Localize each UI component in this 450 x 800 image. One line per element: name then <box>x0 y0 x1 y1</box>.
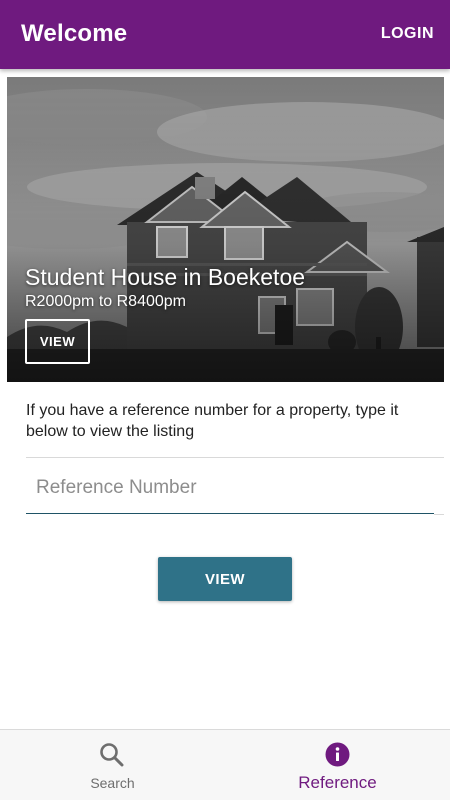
nav-item-reference[interactable]: Reference <box>225 730 450 800</box>
reference-instructions: If you have a reference number for a pro… <box>26 402 399 440</box>
view-reference-button[interactable]: VIEW <box>158 557 292 601</box>
featured-title: Student House in Boeketoe <box>25 264 306 290</box>
search-icon <box>100 743 124 767</box>
page-title: Welcome <box>21 20 128 47</box>
bottom-navigation: Search Reference <box>0 729 450 800</box>
featured-price-range: R2000pm to R8400pm <box>25 293 186 310</box>
featured-view-button[interactable]: VIEW <box>25 319 90 364</box>
featured-listing-card[interactable]: Student House in Boeketoe R2000pm to R84… <box>7 77 444 382</box>
divider <box>26 457 444 458</box>
login-button[interactable]: LOGIN <box>381 25 434 43</box>
nav-item-search[interactable]: Search <box>0 730 225 800</box>
app-bar: Welcome LOGIN <box>0 0 450 69</box>
reference-number-input[interactable] <box>26 462 434 514</box>
divider <box>434 514 444 515</box>
nav-item-label: Reference <box>298 773 377 792</box>
info-icon <box>325 742 350 767</box>
nav-item-label: Search <box>90 775 135 791</box>
